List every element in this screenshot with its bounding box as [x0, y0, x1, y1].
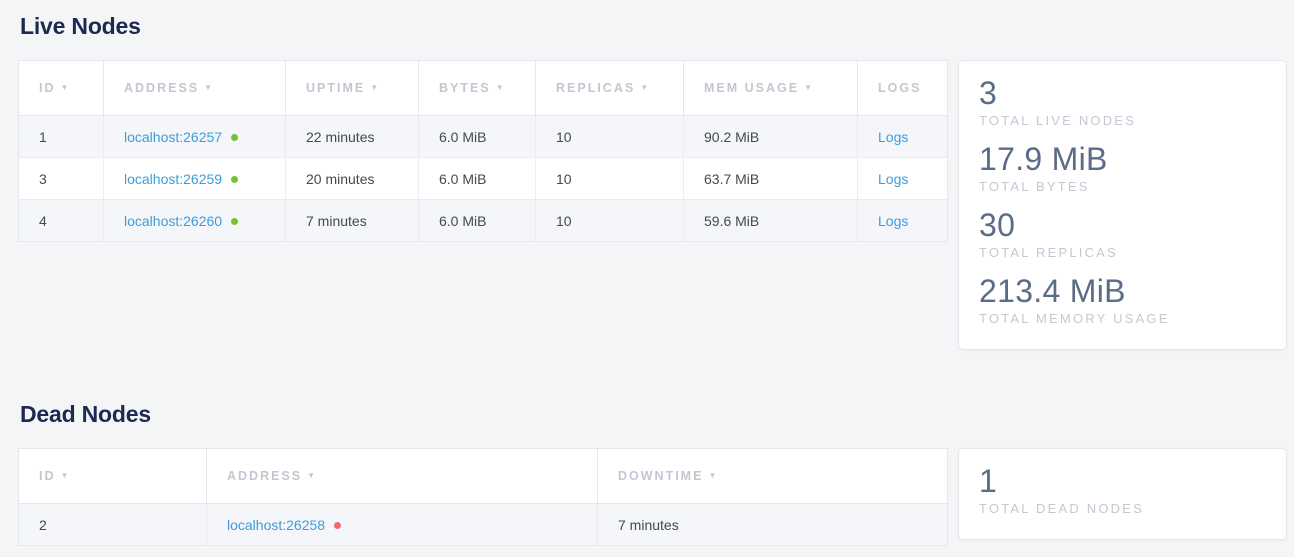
column-header-downtime[interactable]: DOWNTIME ▼	[598, 449, 948, 504]
table-row: 3 localhost:26259 20 minutes6.0 MiB1063.7 …	[19, 158, 948, 200]
logs-link[interactable]: Logs	[878, 171, 908, 187]
sort-arrow-icon: ▼	[204, 83, 214, 92]
sort-arrow-icon: ▼	[61, 83, 71, 92]
nodes-overview-page: Live Nodes ID▼ADDRESS▼UPTIME▼BYTES▼REPLI…	[0, 0, 1294, 546]
sort-arrow-icon: ▼	[61, 471, 71, 480]
replicas-cell: 10	[536, 200, 684, 242]
live-status-icon	[231, 218, 238, 225]
column-header-bytes[interactable]: BYTES ▼	[419, 61, 536, 116]
table-row: 1 localhost:26257 22 minutes6.0 MiB1090.2 …	[19, 116, 948, 158]
uptime-cell: 20 minutes	[286, 158, 419, 200]
summary-stat: 1TOTAL DEAD NODES	[979, 462, 1266, 516]
column-label: ID	[39, 469, 56, 483]
address-link[interactable]: localhost:26259	[124, 171, 222, 187]
logs-cell: Logs	[858, 158, 948, 200]
live-nodes-section: Live Nodes ID▼ADDRESS▼UPTIME▼BYTES▼REPLI…	[18, 13, 1287, 350]
sort-arrow-icon: ▼	[640, 83, 650, 92]
address-cell: localhost:26260	[104, 200, 286, 242]
dead-nodes-section: Dead Nodes ID ▼ ADDRESS ▼ DOWNTIME ▼ 2 localhos…	[18, 401, 1287, 546]
column-label: ADDRESS	[124, 81, 199, 95]
bytes-cell: 6.0 MiB	[419, 200, 536, 242]
logs-cell: Logs	[858, 116, 948, 158]
mem_usage-cell: 63.7 MiB	[684, 158, 858, 200]
summary-value: 1	[979, 462, 1266, 500]
column-header-replicas[interactable]: REPLICAS ▼	[536, 61, 684, 116]
summary-label: TOTAL REPLICAS	[979, 245, 1266, 260]
dead-nodes-title: Dead Nodes	[20, 401, 1287, 428]
column-label: UPTIME	[306, 81, 365, 95]
summary-value: 17.9 MiB	[979, 140, 1266, 178]
column-label: LOGS	[878, 81, 921, 95]
dead-nodes-table: ID ▼ ADDRESS ▼ DOWNTIME ▼ 2 localhost:26258 7 mi…	[18, 448, 948, 546]
mem_usage-cell: 59.6 MiB	[684, 200, 858, 242]
column-header-id[interactable]: ID ▼	[19, 61, 104, 116]
column-header-address[interactable]: ADDRESS ▼	[207, 449, 598, 504]
id-cell: 1	[19, 116, 104, 158]
dead-status-icon	[334, 522, 341, 529]
dead-nodes-summary-card: 1TOTAL DEAD NODES	[958, 448, 1287, 540]
summary-stat: 213.4 MiBTOTAL MEMORY USAGE	[979, 272, 1266, 326]
id-cell: 3	[19, 158, 104, 200]
summary-label: TOTAL MEMORY USAGE	[979, 311, 1266, 326]
summary-label: TOTAL DEAD NODES	[979, 501, 1266, 516]
column-label: MEM USAGE	[704, 81, 799, 95]
address-link[interactable]: localhost:26258	[227, 517, 325, 533]
column-header-uptime[interactable]: UPTIME ▼	[286, 61, 419, 116]
column-label: REPLICAS	[556, 81, 635, 95]
downtime-cell: 7 minutes	[598, 504, 948, 546]
column-header-address[interactable]: ADDRESS ▼	[104, 61, 286, 116]
sort-arrow-icon: ▼	[496, 83, 506, 92]
live-nodes-summary-card: 3TOTAL LIVE NODES17.9 MiBTOTAL BYTES30TO…	[958, 60, 1287, 350]
bytes-cell: 6.0 MiB	[419, 116, 536, 158]
uptime-cell: 22 minutes	[286, 116, 419, 158]
table-header-row: ID▼ADDRESS▼UPTIME▼BYTES▼REPLICAS▼MEM USA…	[19, 61, 948, 116]
dead-nodes-row: ID ▼ ADDRESS ▼ DOWNTIME ▼ 2 localhost:26258 7 mi…	[18, 448, 1287, 546]
id-cell: 4	[19, 200, 104, 242]
address-cell: localhost:26258	[207, 504, 598, 546]
live-status-icon	[231, 176, 238, 183]
sort-arrow-icon: ▼	[804, 83, 814, 92]
live-nodes-table: ID▼ADDRESS▼UPTIME▼BYTES▼REPLICAS▼MEM USA…	[18, 60, 948, 242]
summary-value: 30	[979, 206, 1266, 244]
sort-arrow-icon: ▼	[370, 83, 380, 92]
table-row: 2 localhost:26258 7 minutes	[19, 504, 948, 546]
sort-arrow-icon: ▼	[307, 471, 317, 480]
summary-value: 213.4 MiB	[979, 272, 1266, 310]
mem_usage-cell: 90.2 MiB	[684, 116, 858, 158]
sort-arrow-icon: ▼	[708, 471, 718, 480]
column-header-mem_usage[interactable]: MEM USAGE ▼	[684, 61, 858, 116]
live-status-icon	[231, 134, 238, 141]
id-cell: 2	[19, 504, 207, 546]
logs-link[interactable]: Logs	[878, 213, 908, 229]
logs-cell: Logs	[858, 200, 948, 242]
summary-label: TOTAL BYTES	[979, 179, 1266, 194]
address-cell: localhost:26257	[104, 116, 286, 158]
live-nodes-row: ID▼ADDRESS▼UPTIME▼BYTES▼REPLICAS▼MEM USA…	[18, 60, 1287, 350]
column-label: ID	[39, 81, 56, 95]
summary-label: TOTAL LIVE NODES	[979, 113, 1266, 128]
column-label: ADDRESS	[227, 469, 302, 483]
table-row: 4 localhost:26260 7 minutes6.0 MiB1059.6 M…	[19, 200, 948, 242]
replicas-cell: 10	[536, 158, 684, 200]
logs-link[interactable]: Logs	[878, 129, 908, 145]
bytes-cell: 6.0 MiB	[419, 158, 536, 200]
column-header-logs: LOGS	[858, 61, 948, 116]
address-link[interactable]: localhost:26260	[124, 213, 222, 229]
address-link[interactable]: localhost:26257	[124, 129, 222, 145]
summary-stat: 30TOTAL REPLICAS	[979, 206, 1266, 260]
address-cell: localhost:26259	[104, 158, 286, 200]
live-nodes-title: Live Nodes	[20, 13, 1287, 40]
summary-stat: 3TOTAL LIVE NODES	[979, 74, 1266, 128]
column-label: DOWNTIME	[618, 469, 703, 483]
column-header-id[interactable]: ID ▼	[19, 449, 207, 504]
column-label: BYTES	[439, 81, 491, 95]
uptime-cell: 7 minutes	[286, 200, 419, 242]
table-header-row: ID ▼ ADDRESS ▼ DOWNTIME ▼	[19, 449, 948, 504]
summary-stat: 17.9 MiBTOTAL BYTES	[979, 140, 1266, 194]
summary-value: 3	[979, 74, 1266, 112]
replicas-cell: 10	[536, 116, 684, 158]
